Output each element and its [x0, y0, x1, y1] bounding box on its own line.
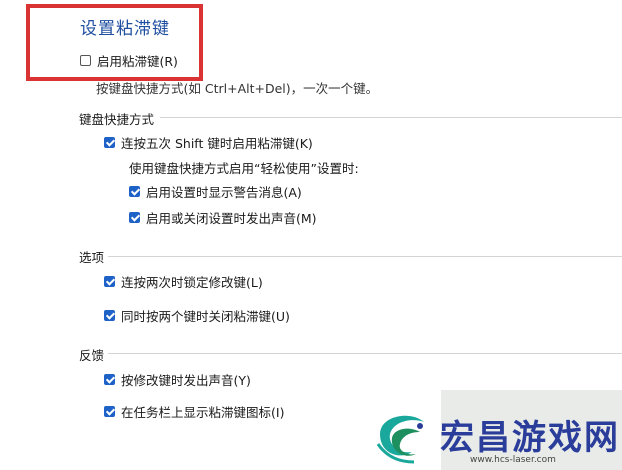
- checkbox-checked-icon[interactable]: [104, 137, 115, 148]
- checkbox-checked-icon[interactable]: [104, 374, 115, 385]
- lock-modifier-checkbox[interactable]: 连按两次时锁定修改键(L): [104, 272, 263, 291]
- section-title-feedback: 反馈: [79, 348, 105, 363]
- show-warning-checkbox[interactable]: 启用设置时显示警告消息(A): [129, 182, 302, 201]
- checkbox-checked-icon[interactable]: [104, 406, 115, 417]
- section-title-shortcut: 键盘快捷方式: [79, 112, 155, 127]
- show-taskbar-icon-checkbox[interactable]: 在任务栏上显示粘滞键图标(I): [104, 402, 284, 421]
- show-taskbar-icon-label: 在任务栏上显示粘滞键图标(I): [121, 405, 285, 420]
- show-warning-label: 启用设置时显示警告消息(A): [146, 185, 302, 200]
- shortcut-sub-heading: 使用键盘快捷方式启用“轻松使用”设置时:: [129, 161, 359, 176]
- section-title-options: 选项: [79, 250, 105, 265]
- highlight-box: [26, 4, 203, 81]
- section-divider: [108, 256, 622, 257]
- sound-modifier-checkbox[interactable]: 按修改键时发出声音(Y): [104, 370, 251, 389]
- lock-modifier-label: 连按两次时锁定修改键(L): [121, 275, 263, 290]
- section-divider: [160, 117, 622, 118]
- watermark-text: 宏昌游戏网: [440, 418, 620, 458]
- watermark-url: www.hcs-laser.com: [470, 455, 556, 465]
- checkbox-checked-icon[interactable]: [129, 212, 140, 223]
- turn-off-two-keys-label: 同时按两个键时关闭粘滞键(U): [121, 309, 290, 324]
- play-sound-checkbox[interactable]: 启用或关闭设置时发出声音(M): [129, 208, 317, 227]
- sound-modifier-label: 按修改键时发出声音(Y): [121, 373, 251, 388]
- play-sound-label: 启用或关闭设置时发出声音(M): [146, 211, 317, 226]
- press-shift-label: 连按五次 Shift 键时启用粘滞键(K): [121, 136, 313, 151]
- checkbox-checked-icon[interactable]: [104, 310, 115, 321]
- checkbox-checked-icon[interactable]: [104, 276, 115, 287]
- turn-off-two-keys-checkbox[interactable]: 同时按两个键时关闭粘滞键(U): [104, 306, 290, 325]
- press-shift-five-times-checkbox[interactable]: 连按五次 Shift 键时启用粘滞键(K): [104, 133, 313, 152]
- checkbox-checked-icon[interactable]: [129, 186, 140, 197]
- description-text: 按键盘快捷方式(如 Ctrl+Alt+Del)，一次一个键。: [96, 81, 379, 96]
- watermark-logo-icon: [370, 404, 436, 470]
- section-divider: [108, 353, 622, 354]
